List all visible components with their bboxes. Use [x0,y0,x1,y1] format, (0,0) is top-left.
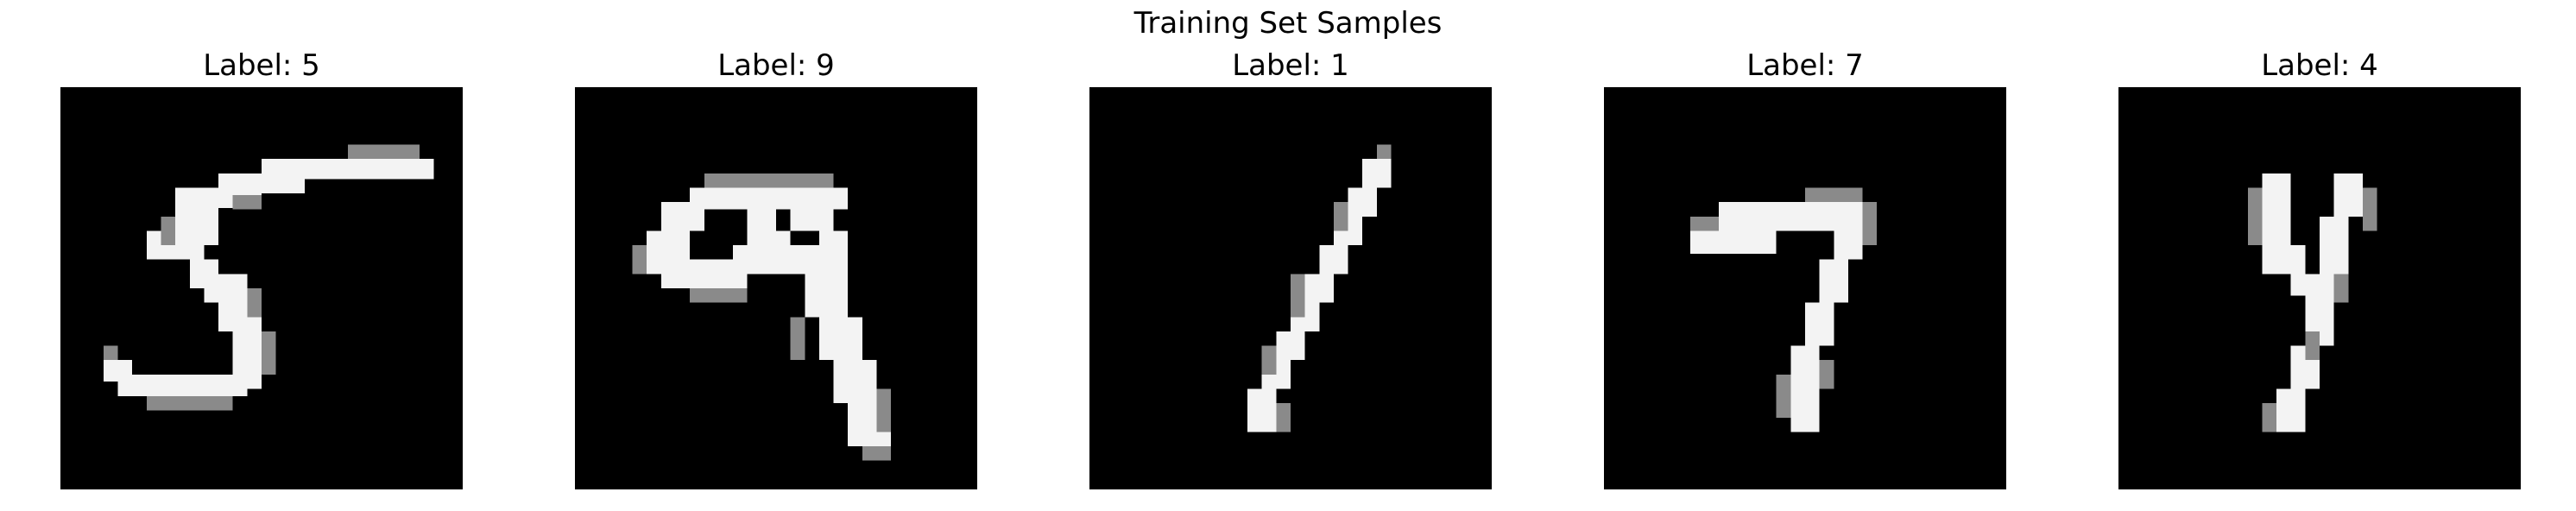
sample-panel-1: Label: 5 [60,45,463,493]
sample-label: Label: 1 [1232,48,1349,83]
sample-panel-4: Label: 7 [1604,45,2006,493]
sample-label: Label: 5 [203,48,320,83]
sample-panel-2: Label: 9 [575,45,977,493]
sample-label: Label: 7 [1746,48,1864,83]
sample-panel-5: Label: 4 [2118,45,2521,493]
digit-image-5 [60,87,463,489]
digit-image-1 [1089,87,1492,489]
digit-image-7 [1604,87,2006,489]
sample-label: Label: 4 [2261,48,2378,83]
sample-panel-3: Label: 1 [1089,45,1492,493]
digit-image-4 [2118,87,2521,489]
digit-image-9 [575,87,977,489]
figure-title: Training Set Samples [1133,6,1443,41]
sample-label: Label: 9 [717,48,835,83]
